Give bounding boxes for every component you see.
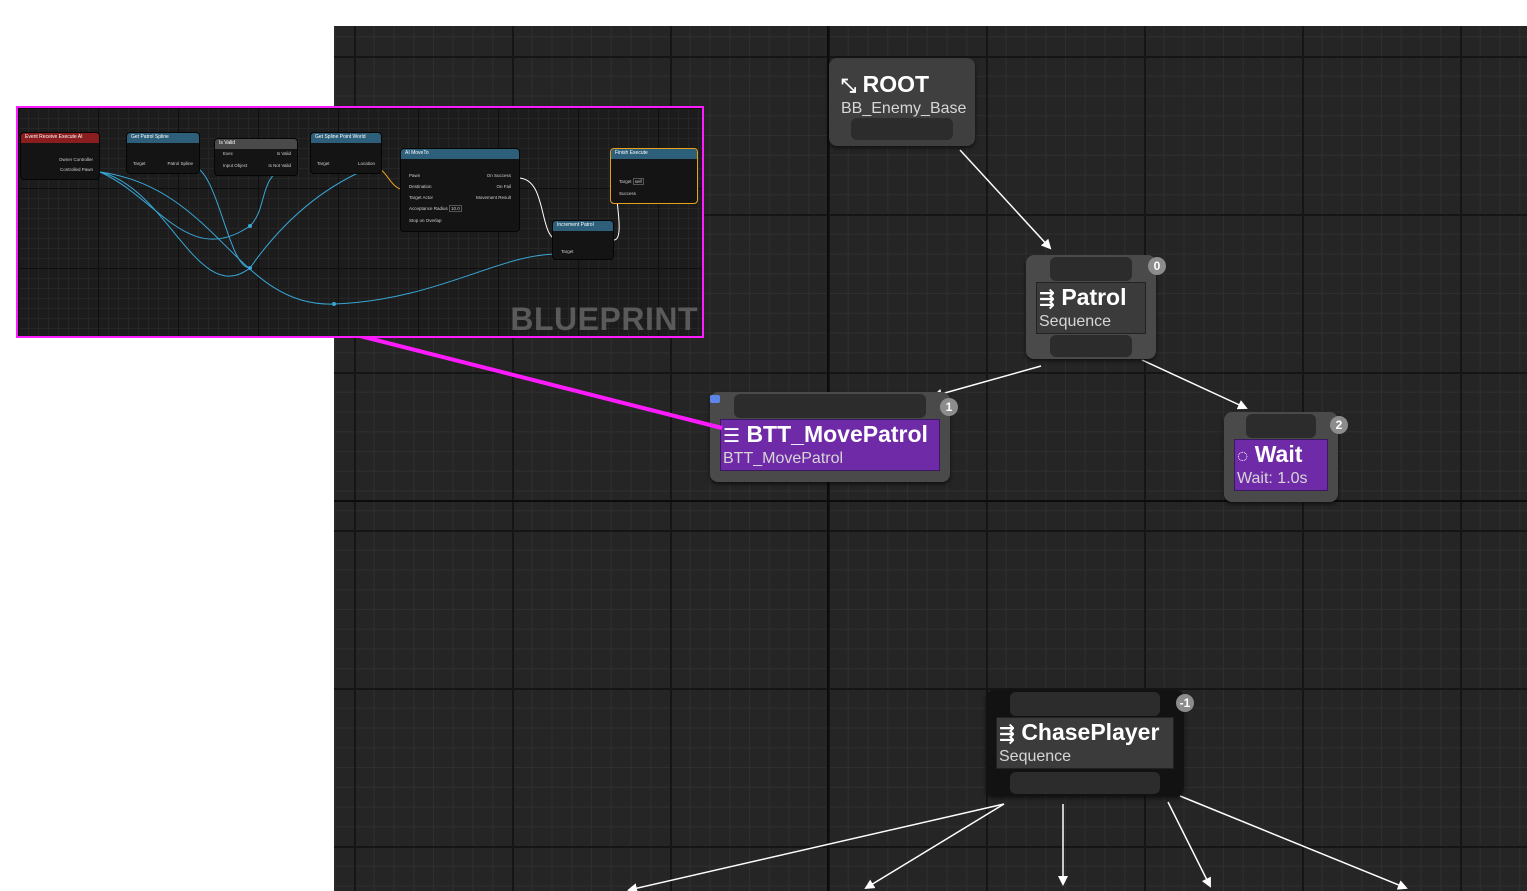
bp-ai-moveto-node[interactable]: AI MoveTo Pawn Destination Target Actor …	[400, 148, 520, 232]
bp-get-spline-row-spline: Patrol Spline	[167, 161, 193, 166]
bp-increment-patrol-node[interactable]: Increment Patrol Target	[552, 220, 614, 260]
bp-ai-moveto-header: AI MoveTo	[401, 149, 519, 159]
bp-get-spline-header: Get Patrol Spline	[127, 133, 199, 143]
bp-is-valid-row-input: Input Object	[223, 163, 248, 168]
bp-moveto-row-overlap: Stop on Overlap	[409, 218, 442, 223]
bp-spline-point-row-target: Target	[317, 161, 330, 166]
bp-get-spline-node[interactable]: Get Patrol Spline Target Patrol Spline	[126, 132, 200, 174]
bp-spline-point-node[interactable]: Get Spline Point World Target Location	[310, 132, 382, 174]
bp-spline-point-row-location: Location	[357, 161, 375, 166]
bp-spline-point-header: Get Spline Point World	[311, 133, 381, 143]
bp-moveto-row-success: On Success	[486, 173, 511, 178]
bp-is-valid-row-valid: Is Valid	[276, 151, 291, 156]
bp-increment-row-target: Target	[561, 249, 574, 254]
bp-event-row-pawn: Controlled Pawn	[59, 167, 93, 172]
bp-moveto-row-radius: Acceptance Radius 10.0	[409, 205, 462, 212]
bp-get-spline-row-target: Target	[133, 161, 146, 166]
bp-event-row-owner: Owner Controller	[58, 157, 93, 162]
bp-finish-row-success: Success	[619, 191, 637, 196]
bp-event-node[interactable]: Event Receive Execute AI Owner Controlle…	[20, 132, 100, 180]
bp-event-header: Event Receive Execute AI	[21, 133, 99, 143]
blueprint-watermark: BLUEPRINT	[510, 301, 698, 337]
bp-is-valid-row-exec: Exec	[223, 151, 234, 156]
bp-is-valid-header: Is Valid	[215, 139, 297, 149]
bp-increment-header: Increment Patrol	[553, 221, 613, 231]
bp-is-valid-row-not-valid: Is Not Valid	[268, 163, 291, 168]
bp-finish-execute-node[interactable]: Finish Execute Target self Success	[610, 148, 698, 204]
blueprint-inset[interactable]: Event Receive Execute AI Owner Controlle…	[16, 106, 704, 338]
bp-moveto-row-target-actor: Target Actor	[409, 195, 434, 200]
bp-moveto-row-pawn: Pawn	[409, 173, 421, 178]
bp-moveto-row-fail: On Fail	[496, 184, 511, 189]
bp-moveto-row-result: Movement Result	[475, 195, 511, 200]
bp-finish-header: Finish Execute	[611, 149, 697, 159]
bp-is-valid-node[interactable]: Is Valid Exec Input Object Is Valid Is N…	[214, 138, 298, 176]
bp-finish-row-target: Target self	[619, 178, 644, 185]
bp-moveto-row-destination: Destination	[409, 184, 432, 189]
